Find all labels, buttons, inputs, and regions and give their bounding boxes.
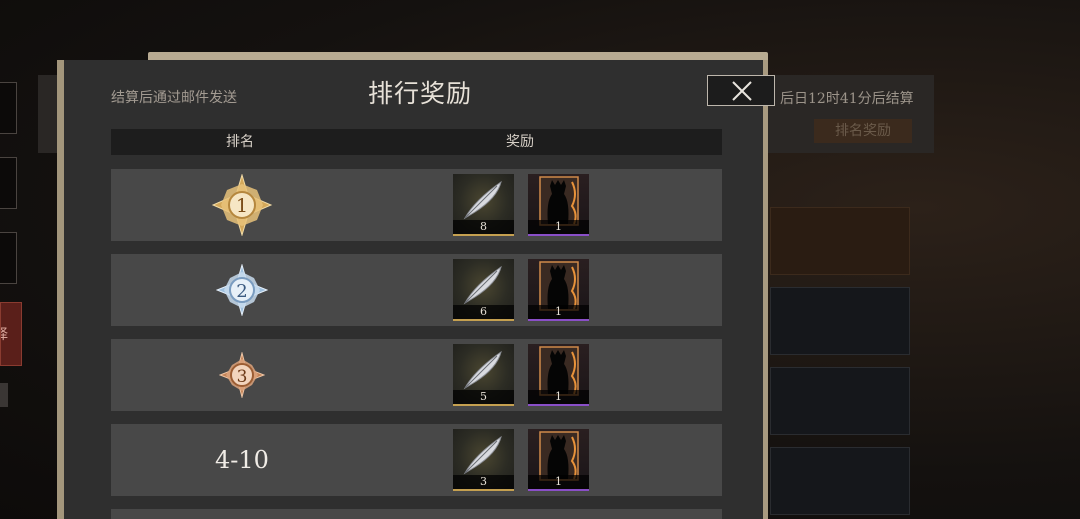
- rank-cell: 1: [194, 169, 290, 241]
- silver-star-badge-icon: 2: [216, 264, 268, 316]
- bg-list-card: [770, 287, 910, 355]
- reward-count: 1: [528, 390, 589, 404]
- bg-select-button: 择: [0, 302, 22, 366]
- bg-side-tab: [0, 82, 17, 134]
- bronze-star-badge-icon: 3: [219, 352, 265, 398]
- table-row: [111, 509, 722, 519]
- rank-range-text: 4-10: [215, 446, 269, 474]
- character-card-icon: [539, 431, 579, 481]
- rank-column-header: 排名: [226, 134, 254, 150]
- rank-number: 1: [236, 195, 248, 217]
- feather-icon: [463, 180, 502, 220]
- bg-side-tab: [0, 232, 17, 284]
- reward-item[interactable]: 3: [453, 429, 514, 491]
- reward-count: 1: [528, 305, 589, 319]
- reward-item[interactable]: 1: [528, 429, 589, 491]
- reward-count: 3: [453, 475, 514, 489]
- mail-delivery-note: 结算后通过邮件发送: [111, 90, 237, 106]
- reward-item[interactable]: 1: [528, 344, 589, 406]
- character-card-icon: [539, 261, 579, 311]
- reward-item[interactable]: 1: [528, 259, 589, 321]
- rank-cell: 4-10: [194, 424, 290, 496]
- table-row: 3 5 1: [111, 339, 722, 411]
- close-button[interactable]: [707, 75, 775, 106]
- bg-list-card: [770, 367, 910, 435]
- reward-item[interactable]: 6: [453, 259, 514, 321]
- reward-column-header: 奖励: [506, 134, 534, 150]
- reward-count: 5: [453, 390, 514, 404]
- character-card-icon: [539, 176, 579, 226]
- reward-item[interactable]: 1: [528, 174, 589, 236]
- reward-count: 1: [528, 220, 589, 234]
- reward-count: 6: [453, 305, 514, 319]
- feather-icon: [463, 265, 502, 305]
- close-icon: [732, 81, 752, 101]
- bg-list-card: [770, 207, 910, 275]
- bg-rank-reward-button: 排名奖励: [814, 119, 912, 143]
- rank-cell: 2: [194, 254, 290, 326]
- rank-number: 2: [236, 281, 247, 302]
- table-row: 2 6 1: [111, 254, 722, 326]
- table-header: 排名 奖励: [111, 129, 722, 155]
- feather-icon: [463, 350, 502, 390]
- table-row: 1 8 1: [111, 169, 722, 241]
- reward-count: 8: [453, 220, 514, 234]
- bg-settle-timer: 后日12时41分后结算: [780, 91, 914, 107]
- feather-icon: [463, 435, 502, 475]
- bg-side-tab: [0, 157, 17, 209]
- bg-small-tab: [0, 383, 8, 407]
- table-row: 4-10 3 1: [111, 424, 722, 496]
- reward-count: 1: [528, 475, 589, 489]
- modal-title: 排行奖励: [368, 79, 473, 108]
- rank-reward-modal: 结算后通过邮件发送 排行奖励 排名 奖励 1 8 1 2 6 1 3 5 1 4…: [57, 60, 763, 519]
- character-card-icon: [539, 346, 579, 396]
- gold-star-badge-icon: 1: [211, 174, 273, 236]
- rank-number: 3: [237, 367, 248, 387]
- reward-item[interactable]: 5: [453, 344, 514, 406]
- bg-list-card: [770, 447, 910, 515]
- reward-item[interactable]: 8: [453, 174, 514, 236]
- rank-cell: 3: [194, 339, 290, 411]
